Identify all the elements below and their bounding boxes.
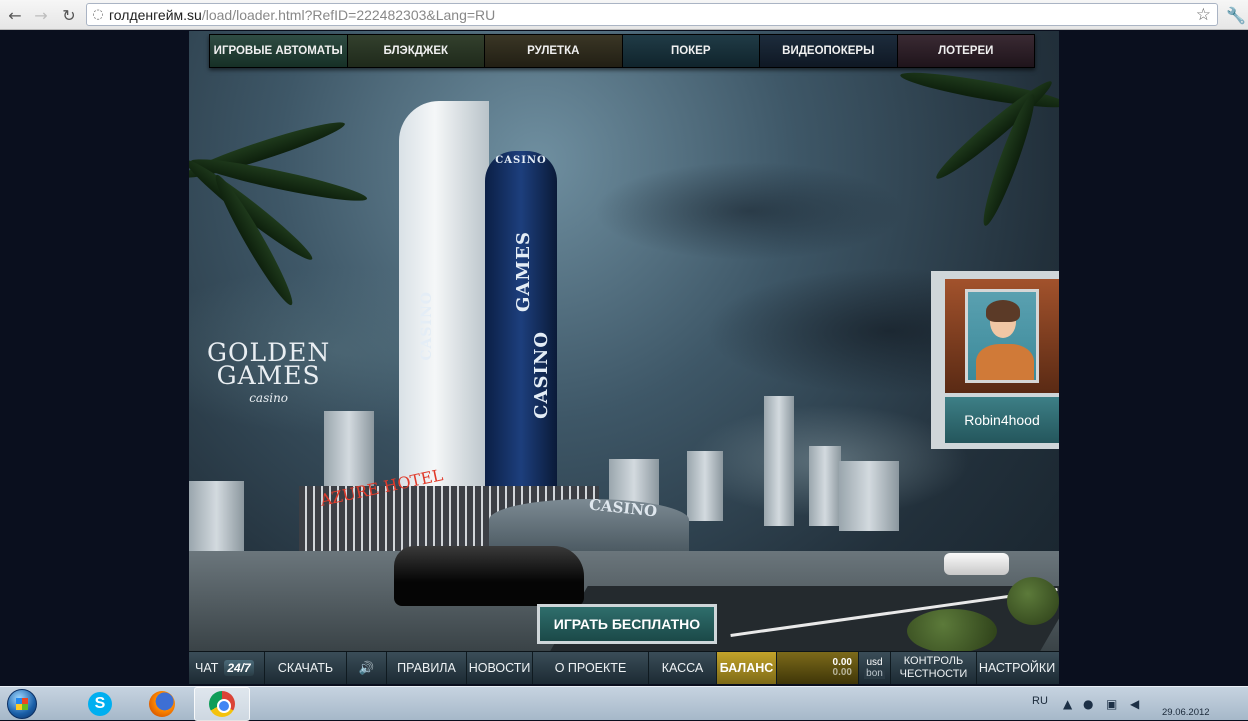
play-free-label: ИГРАТЬ БЕСПЛАТНО — [540, 607, 714, 641]
url-host: голденгейм.su — [109, 6, 202, 23]
white-limousine — [944, 553, 1009, 575]
white-tower: CASINO — [399, 101, 489, 521]
black-limousine — [394, 546, 584, 606]
background-building — [189, 481, 244, 561]
language-indicator[interactable]: RU — [1032, 695, 1048, 707]
fairness-line1: КОНТРОЛЬ — [903, 655, 964, 667]
windows-taskbar: S RU ▲ ● ▣ ◀ 29.06.2012 — [0, 686, 1248, 721]
forward-arrow-icon[interactable]: → — [28, 2, 54, 28]
bookmark-star-icon[interactable]: ☆ — [1196, 4, 1211, 25]
tower-sign-casino: CASINO — [531, 331, 552, 419]
back-arrow-icon[interactable]: ← — [2, 2, 28, 28]
show-hidden-icons-icon[interactable]: ▲ — [1063, 697, 1072, 711]
background-building — [809, 446, 841, 526]
news-button[interactable]: НОВОСТИ — [467, 652, 533, 684]
about-button[interactable]: О ПРОЕКТЕ — [533, 652, 649, 684]
download-button[interactable]: СКАЧАТЬ — [265, 652, 347, 684]
taskbar-firefox[interactable] — [134, 687, 190, 721]
sound-icon[interactable]: 🔊 — [347, 652, 387, 684]
volume-icon[interactable]: ◀ — [1130, 697, 1139, 711]
cashier-button[interactable]: КАССА — [649, 652, 717, 684]
skype-icon: S — [88, 692, 112, 716]
golden-games-logo: GOLDEN GAMES casino — [207, 338, 331, 405]
tab-roulette[interactable]: РУЛЕТКА — [485, 35, 623, 67]
avatar-frame[interactable] — [945, 279, 1059, 393]
background-building — [764, 396, 794, 526]
chat-24-7-badge: 24/7 — [224, 660, 254, 676]
url-path: /load/loader.html?RefID=222482303&Lang=R… — [201, 6, 496, 23]
tower-sign-games: GAMES — [513, 231, 534, 312]
rules-button[interactable]: ПРАВИЛА — [387, 652, 467, 684]
currency-bonus: bon — [864, 668, 885, 679]
chrome-icon — [209, 691, 235, 717]
tower-sign: CASINO — [419, 291, 435, 361]
tab-slots[interactable]: ИГРОВЫЕ АВТОМАТЫ — [210, 35, 348, 67]
bush — [907, 609, 997, 653]
background-building — [839, 461, 899, 531]
taskbar-skype[interactable]: S — [72, 687, 128, 721]
balance-display: 0.00 0.00 — [777, 652, 859, 684]
balance-bonus-value: 0.00 — [832, 667, 852, 678]
tab-lotteries[interactable]: ЛОТЕРЕИ — [897, 35, 1034, 67]
player-profile-panel: Robin4hood — [931, 271, 1059, 449]
currency-usd: usd — [866, 657, 883, 668]
play-free-button[interactable]: ИГРАТЬ БЕСПЛАТНО — [537, 604, 717, 644]
background-building — [687, 451, 723, 521]
tray-app-icon[interactable]: ● — [1083, 697, 1093, 711]
reload-icon[interactable]: ↻ — [56, 2, 82, 28]
tower-sign-top: CASINO — [495, 155, 547, 166]
fairness-control-button[interactable]: КОНТРОЛЬ ЧЕСТНОСТИ — [891, 652, 977, 684]
settings-button[interactable]: НАСТРОЙКИ — [977, 652, 1057, 684]
browser-toolbar: ← → ↻ ◌ голденгейм.su /load/loader.html?… — [0, 0, 1248, 30]
firefox-icon — [149, 691, 175, 717]
address-bar[interactable]: ◌ голденгейм.su /load/loader.html?RefID=… — [86, 3, 1218, 26]
page-icon: ◌ — [92, 7, 104, 22]
windows-start-icon — [7, 689, 37, 719]
network-icon[interactable]: ▣ — [1106, 697, 1117, 711]
start-button[interactable] — [4, 687, 40, 721]
chat-label: ЧАТ — [195, 661, 219, 675]
bush — [1007, 577, 1059, 625]
taskbar-clock-date[interactable]: 29.06.2012 — [1162, 707, 1210, 718]
username-label[interactable]: Robin4hood — [945, 397, 1059, 443]
taskbar-chrome[interactable] — [194, 687, 250, 721]
wrench-icon[interactable]: 🔧 — [1224, 2, 1248, 28]
tab-videopoker[interactable]: ВИДЕОПОКЕРЫ — [760, 35, 898, 67]
blue-tower: CASINO GAMES CASINO — [485, 151, 557, 531]
currency-toggle[interactable]: usd bon — [859, 652, 891, 684]
game-category-menu: ИГРОВЫЕ АВТОМАТЫ БЛЭКДЖЕК РУЛЕТКА ПОКЕР … — [209, 34, 1035, 68]
casino-game-frame: CASINO CASINO GAMES CASINO AZURE HOTEL C… — [189, 31, 1059, 684]
bottom-menu-bar: ЧАТ 24/7 СКАЧАТЬ 🔊 ПРАВИЛА НОВОСТИ О ПРО… — [189, 651, 1059, 684]
tab-poker[interactable]: ПОКЕР — [622, 35, 760, 67]
tab-blackjack[interactable]: БЛЭКДЖЕК — [347, 35, 485, 67]
balance-button[interactable]: БАЛАНС — [717, 652, 777, 684]
fairness-line2: ЧЕСТНОСТИ — [899, 668, 968, 680]
avatar — [965, 289, 1039, 383]
chat-button[interactable]: ЧАТ 24/7 — [189, 652, 265, 684]
